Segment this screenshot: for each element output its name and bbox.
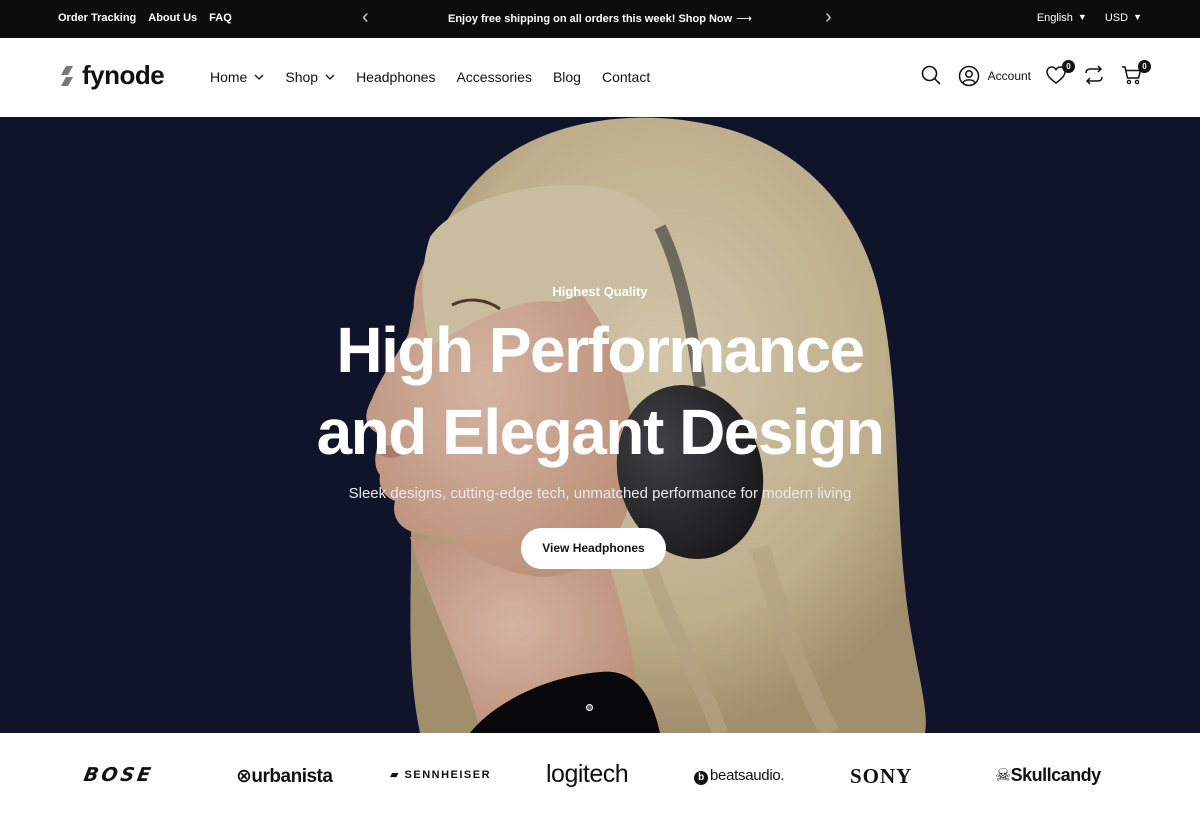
beatsaudio-text: beatsaudio. xyxy=(710,767,785,784)
search-icon xyxy=(921,65,941,85)
arrow-right-icon: ⟶ xyxy=(736,13,752,25)
brand-logo-sennheiser[interactable]: ▰ SENNHEISER xyxy=(390,768,491,781)
skullcandy-text: Skullcandy xyxy=(1010,765,1102,785)
brand-logo-logitech[interactable]: logitech xyxy=(546,760,629,789)
currency-label: USD xyxy=(1104,12,1129,24)
language-selector[interactable]: English ▼ xyxy=(1037,12,1087,24)
wishlist-button[interactable]: 0 xyxy=(1045,60,1075,88)
urbanista-text: urbanista xyxy=(251,766,333,787)
site-header: fynode Home Shop Headphones Accessories … xyxy=(0,38,1200,117)
nav-headphones[interactable]: Headphones xyxy=(356,69,435,85)
nav-home[interactable]: Home xyxy=(210,69,264,85)
nav-shop[interactable]: Shop xyxy=(285,69,335,85)
brand-logo-skullcandy[interactable]: ☠Skullcandy xyxy=(995,765,1101,786)
nav-shop-label: Shop xyxy=(285,69,319,85)
brand-logo-bose[interactable]: BOSE xyxy=(82,764,155,786)
account-label: Account xyxy=(987,69,1031,83)
chevron-down-icon: ▼ xyxy=(1133,12,1142,22)
nav-accessories[interactable]: Accessories xyxy=(456,69,531,85)
header-actions: Account 0 0 xyxy=(920,60,1151,88)
logo-mark-icon xyxy=(61,65,73,86)
sennheiser-text: SENNHEISER xyxy=(404,769,492,781)
currency-selector[interactable]: USD ▼ xyxy=(1105,12,1142,24)
hero-banner: Highest Quality High Performance and Ele… xyxy=(0,117,1200,733)
main-nav: Home Shop Headphones Accessories Blog Co… xyxy=(210,69,650,85)
brand-logo-beatsaudio[interactable]: b beatsaudio. xyxy=(694,767,785,785)
topbar-selectors: English ▼ USD ▼ xyxy=(1037,12,1142,24)
chevron-down-icon xyxy=(254,74,264,80)
beats-mark-icon: b xyxy=(694,771,708,785)
hero-eyebrow: Highest Quality xyxy=(552,284,648,299)
language-label: English xyxy=(1036,12,1073,24)
skull-icon: ☠ xyxy=(995,765,1011,785)
wishlist-count-badge: 0 xyxy=(1062,60,1075,73)
site-logo[interactable]: fynode xyxy=(58,60,165,91)
nav-home-label: Home xyxy=(210,69,248,85)
announcement-bar: Order Tracking About Us FAQ ‹ Enjoy free… xyxy=(0,0,1200,38)
announcement-message: Enjoy free shipping on all orders this w… xyxy=(447,13,676,25)
user-icon xyxy=(958,65,979,87)
compare-button[interactable] xyxy=(1083,64,1107,88)
nav-contact[interactable]: Contact xyxy=(602,69,650,85)
view-headphones-button[interactable]: View Headphones xyxy=(521,528,666,569)
announcement-text: Enjoy free shipping on all orders this w… xyxy=(0,12,1200,25)
sennheiser-mark-icon: ▰ xyxy=(390,769,405,781)
brand-logo-sony[interactable]: SONY xyxy=(850,764,912,789)
brand-logo-urbanista[interactable]: ⊗urbanista xyxy=(236,765,333,788)
nav-blog[interactable]: Blog xyxy=(553,69,581,85)
hero-subheading: Sleek designs, cutting-edge tech, unmatc… xyxy=(348,485,852,502)
cart-count-badge: 0 xyxy=(1138,60,1151,73)
urbanista-mark-icon: ⊗ xyxy=(236,766,252,787)
hero-headline-line-2: and Elegant Design xyxy=(316,396,885,468)
logo-text: fynode xyxy=(82,60,165,90)
nav-accessories-label: Accessories xyxy=(456,69,532,85)
slider-dot[interactable] xyxy=(586,704,593,711)
nav-blog-label: Blog xyxy=(552,69,581,85)
announcement-next-icon[interactable]: › xyxy=(825,6,832,28)
brand-logos-strip: BOSE ⊗urbanista ▰ SENNHEISER logitech bb… xyxy=(0,733,1200,818)
chevron-down-icon: ▼ xyxy=(1077,12,1087,22)
compare-arrows-icon xyxy=(1085,65,1103,85)
search-button[interactable] xyxy=(920,64,944,88)
cart-button[interactable]: 0 xyxy=(1121,60,1151,88)
shop-now-link[interactable]: Shop Now xyxy=(678,13,732,25)
hero-headline: High Performance and Elegant Design xyxy=(0,309,1200,473)
hero-headline-line-1: High Performance xyxy=(336,314,865,386)
chevron-down-icon xyxy=(325,74,335,80)
nav-headphones-label: Headphones xyxy=(356,69,436,85)
nav-contact-label: Contact xyxy=(601,69,651,85)
account-link[interactable]: Account xyxy=(958,65,1031,87)
